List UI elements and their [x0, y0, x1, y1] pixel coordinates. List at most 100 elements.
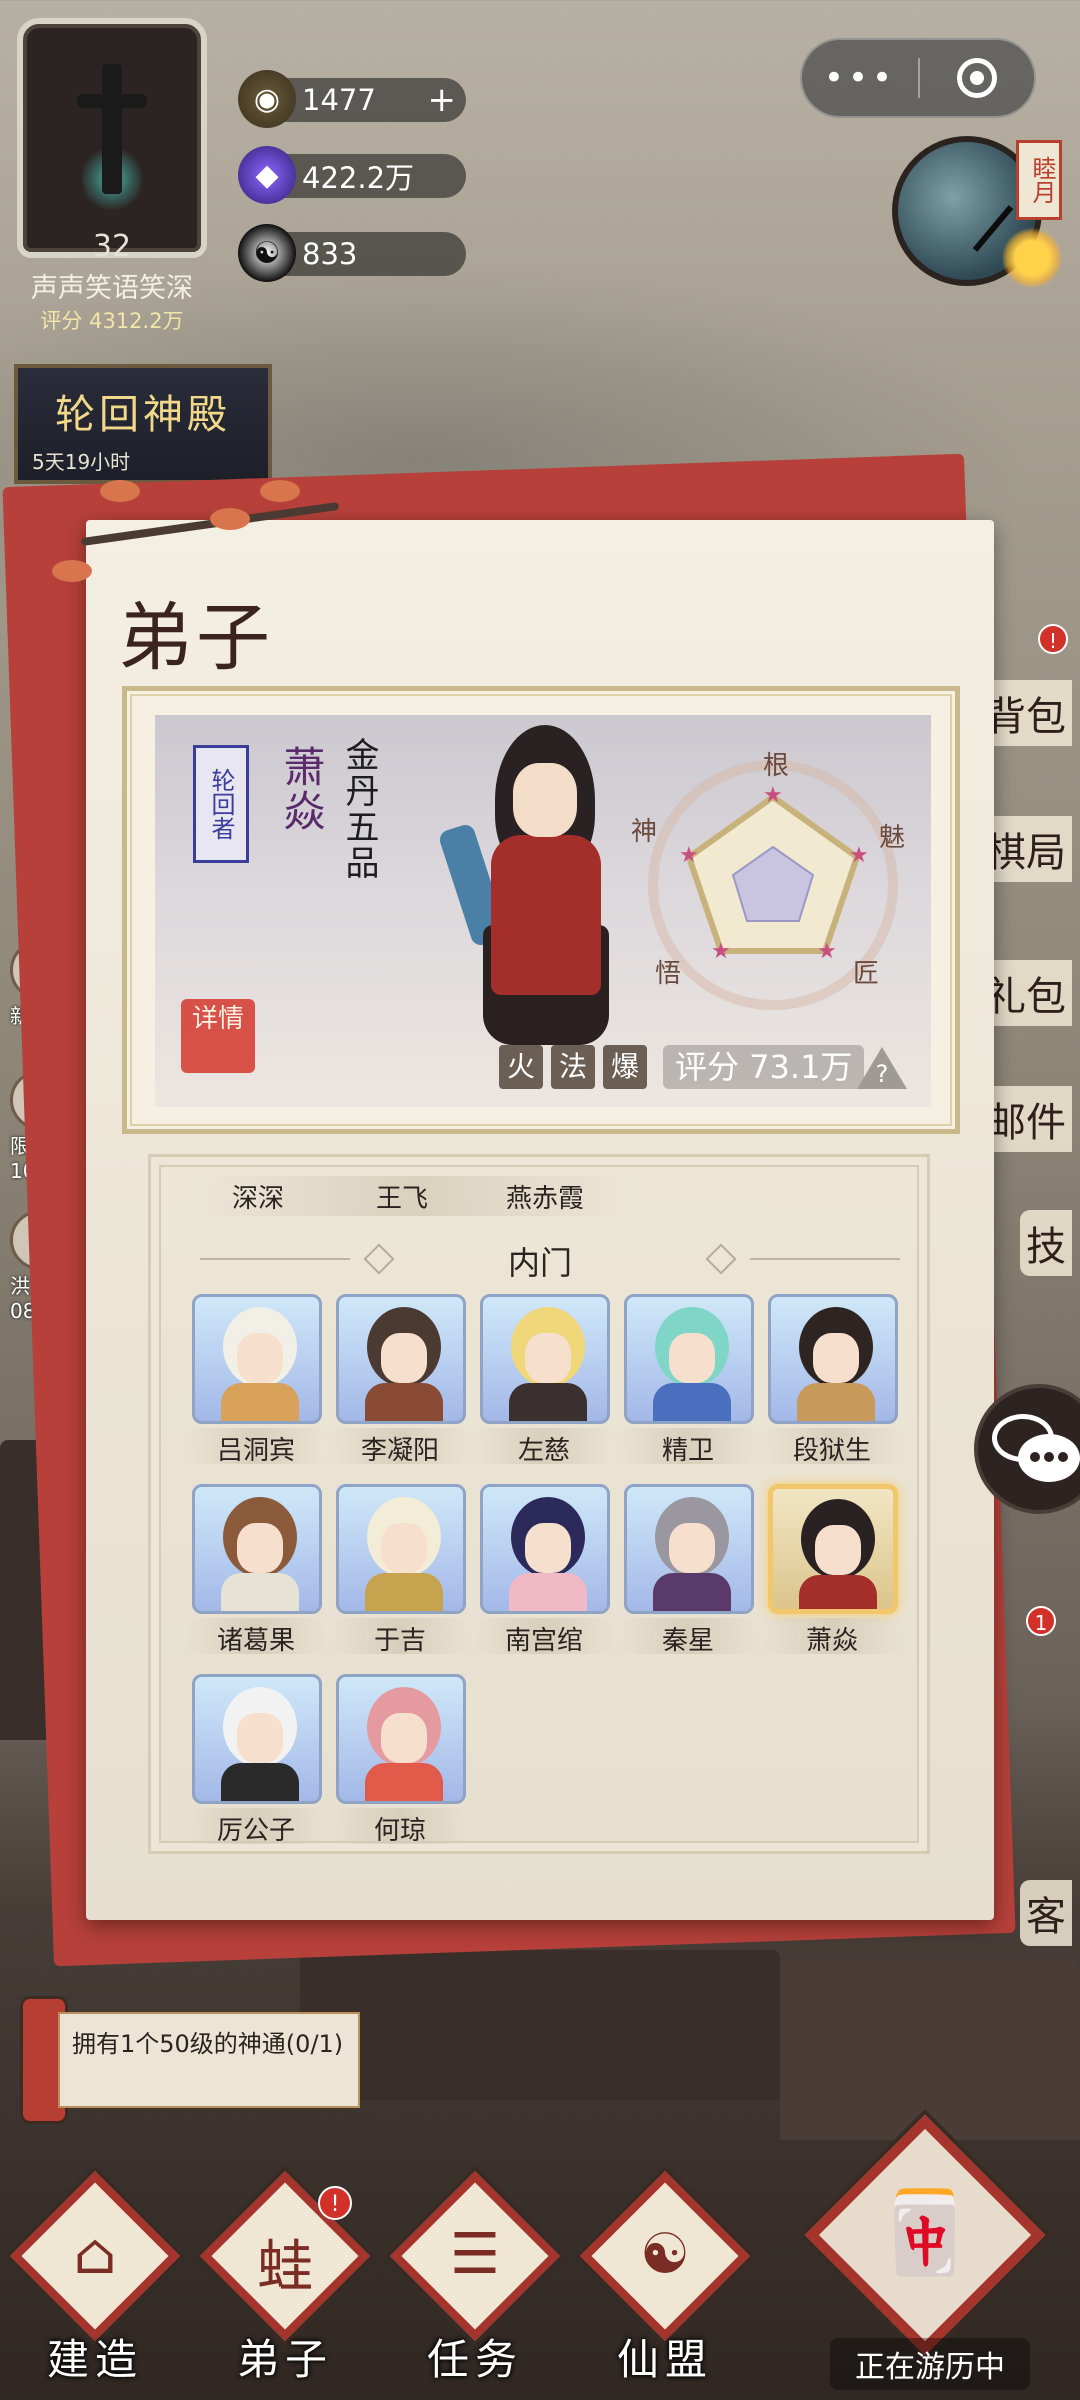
disciple-name: 诸葛果	[216, 1626, 295, 1656]
disciple-avatar[interactable]	[192, 1294, 322, 1424]
nav-alliance[interactable]: ☯ 仙盟	[570, 2171, 760, 2386]
disciple-avatar[interactable]	[336, 1674, 466, 1804]
plum-blossom	[210, 508, 250, 530]
star-icon: ★	[849, 843, 869, 868]
currency-yinyang[interactable]: ☯ 833	[238, 224, 466, 282]
currency-gold[interactable]: ◉ 1477 +	[238, 70, 466, 128]
player-level: 32	[92, 229, 132, 264]
sword-guard	[77, 94, 147, 108]
element-tag-fire: 火	[499, 1045, 543, 1089]
outer-disciple-name[interactable]: 深深	[232, 1178, 284, 1215]
stat-root-label: 根	[763, 751, 790, 781]
disciple-body	[797, 1383, 875, 1421]
hero-body	[491, 835, 601, 995]
disciple-name: 于吉	[373, 1626, 426, 1656]
disciple-body	[365, 1573, 443, 1611]
disciple-face	[669, 1333, 715, 1383]
currency-yinyang-value: 833	[302, 237, 358, 271]
star-icon: ★	[679, 843, 699, 868]
player-profile[interactable]: 32 声声笑语笑深 评分 4312.2万	[12, 18, 212, 335]
hero-portrait[interactable]	[437, 725, 635, 1065]
stat-charm-label: 魅	[879, 823, 906, 853]
player-name: 声声笑语笑深	[31, 273, 193, 304]
disciple-body	[221, 1573, 299, 1611]
yin-yang-icon: ☯	[238, 224, 296, 282]
currency-crystal-value: 422.2万	[302, 161, 415, 195]
record-icon	[956, 58, 997, 98]
build-icon: ⌂	[73, 2222, 117, 2287]
disciple-avatar[interactable]	[336, 1484, 466, 1614]
disciple-face	[525, 1523, 571, 1573]
nav-disciples-label: 弟子	[236, 2335, 333, 2384]
travel-button[interactable]: 🀄 正在游历中	[800, 2114, 1046, 2390]
traveler-icon: 🀄	[875, 2186, 975, 2279]
nav-tasks-label: 任务	[426, 2335, 523, 2384]
currency-crystal[interactable]: ◆ 422.2万	[238, 146, 466, 204]
disciple-name: 何琼	[373, 1816, 426, 1846]
chat-bubble-icon	[1018, 1434, 1080, 1482]
disciple-face	[669, 1523, 715, 1573]
plum-blossom	[260, 480, 300, 502]
travel-status: 正在游历中	[830, 2338, 1030, 2390]
disciple-name: 吕洞宾	[216, 1436, 295, 1466]
plum-branch-decoration	[40, 460, 370, 590]
disciple-body	[221, 1383, 299, 1421]
disciple-face	[237, 1523, 283, 1573]
quest-tracker[interactable]: 拥有1个50级的神通(0/1)	[20, 1996, 370, 2124]
hero-face	[513, 763, 577, 837]
stats-radar[interactable]: 根 魅 匠 悟 神 ★ ★ ★ ★ ★	[631, 745, 915, 1015]
hero-score: 评分 73.1万	[663, 1045, 865, 1089]
nav-disciples[interactable]: 蛙 弟子 !	[190, 2171, 380, 2386]
disciple-body	[365, 1383, 443, 1421]
detail-button[interactable]: 详情	[181, 999, 255, 1073]
rank-seal: 轮回者	[193, 745, 249, 863]
disciple-avatar[interactable]	[624, 1294, 754, 1424]
disciple-avatar[interactable]	[480, 1484, 610, 1614]
disciple-avatar[interactable]	[192, 1674, 322, 1804]
guest-button[interactable]: 客	[1020, 1880, 1072, 1946]
section-title-inner: 内门	[507, 1244, 572, 1282]
outer-disciple-name[interactable]: 燕赤霞	[506, 1178, 584, 1215]
add-gold-button[interactable]: +	[428, 80, 457, 120]
quest-text: 拥有1个50级的神通(0/1)	[58, 2012, 360, 2108]
disciple-name: 萧焱	[805, 1626, 858, 1656]
disciple-name: 秦星	[661, 1626, 714, 1656]
more-menu-button[interactable]: •••	[802, 58, 918, 98]
spirit-crystal-icon: ◆	[238, 146, 296, 204]
nav-tasks[interactable]: ☰ 任务	[380, 2171, 570, 2386]
disciple-name: 厉公子	[216, 1816, 295, 1846]
currency-gold-value: 1477	[302, 83, 376, 117]
disciple-avatar[interactable]	[192, 1484, 322, 1614]
bag-notification-badge: !	[1038, 624, 1068, 654]
disciple-body	[799, 1575, 877, 1609]
building-roof	[300, 1950, 780, 2100]
help-icon[interactable]: ?	[857, 1047, 907, 1089]
disciple-face	[381, 1713, 427, 1763]
player-score: 评分 4312.2万	[40, 309, 184, 333]
nav-build-label: 建造	[46, 2335, 143, 2384]
disciple-body	[221, 1763, 299, 1801]
disciple-face	[237, 1333, 283, 1383]
panel-title: 弟子	[118, 595, 274, 681]
disciple-face	[381, 1523, 427, 1573]
disciple-avatar[interactable]	[768, 1294, 898, 1424]
hero-card-inner: 轮回者 萧焱 金丹五品 详情 根 魅 匠 悟 神 ★ ★ ★ ★ ★ 火 法 爆…	[155, 715, 931, 1107]
disciple-avatar[interactable]	[336, 1294, 466, 1424]
stat-insight-label: 悟	[655, 959, 682, 989]
disciple-avatar[interactable]	[768, 1484, 898, 1614]
disciple-avatar[interactable]	[480, 1294, 610, 1424]
disciple-body	[509, 1383, 587, 1421]
nav-build[interactable]: ⌂ 建造	[0, 2171, 190, 2386]
gold-coin-icon: ◉	[238, 70, 296, 128]
section-divider	[750, 1258, 900, 1260]
star-icon: ★	[711, 939, 731, 964]
disciple-face	[815, 1525, 861, 1575]
disciple-name: 南宫绾	[504, 1626, 583, 1656]
disciple-avatar[interactable]	[624, 1484, 754, 1614]
element-tag-magic: 法	[551, 1045, 595, 1089]
player-avatar[interactable]: 32	[17, 18, 207, 264]
alliance-icon: ☯	[639, 2222, 691, 2287]
outer-disciple-name[interactable]: 王飞	[376, 1178, 428, 1215]
event-title: 轮回神殿	[55, 392, 231, 438]
selected-disciple-card: 轮回者 萧焱 金丹五品 详情 根 魅 匠 悟 神 ★ ★ ★ ★ ★ 火 法 爆…	[122, 686, 960, 1134]
